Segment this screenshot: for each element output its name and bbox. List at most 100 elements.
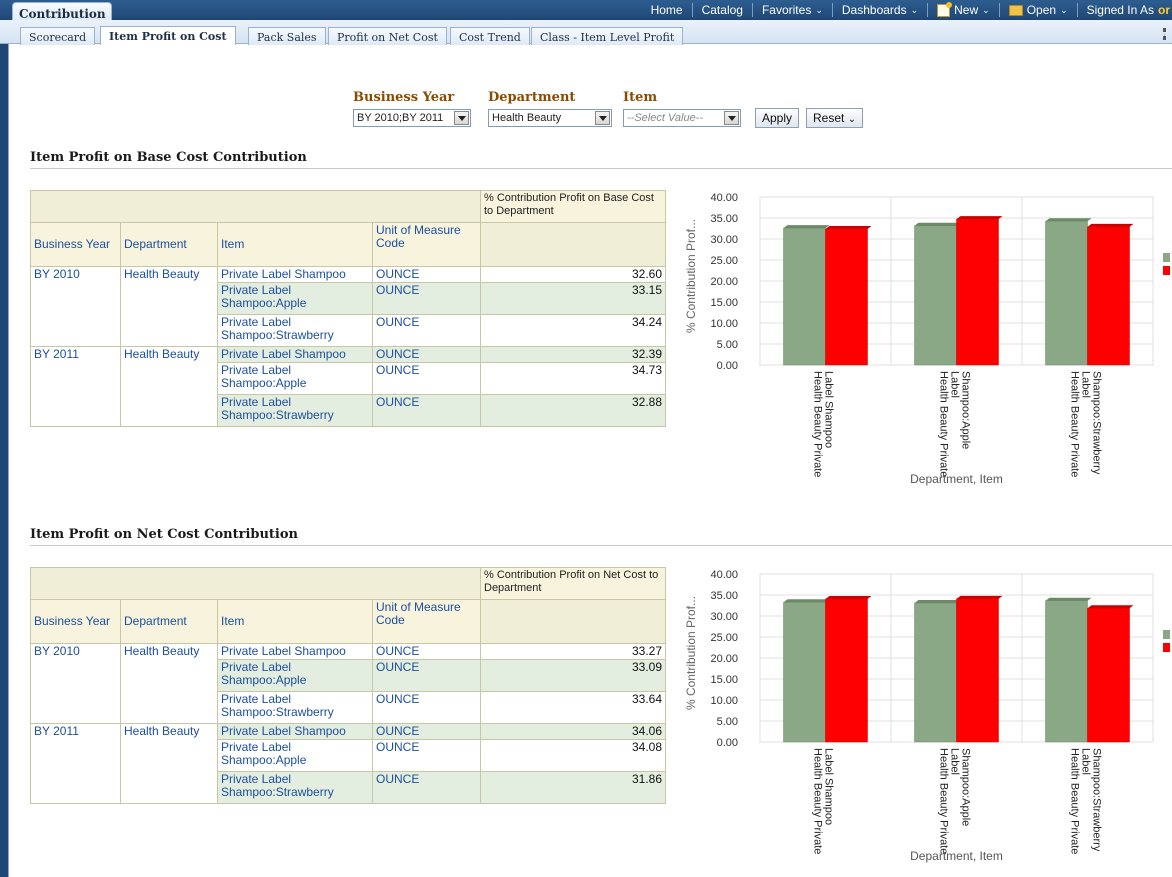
item-cell[interactable]: Private Label Shampoo:Apple: [217, 739, 373, 772]
item-cell[interactable]: Private Label Shampoo:Strawberry: [217, 394, 373, 427]
uom-cell[interactable]: OUNCE: [372, 771, 481, 804]
bar-top: [1045, 218, 1092, 222]
uom-cell[interactable]: OUNCE: [372, 739, 481, 772]
x-category-label: Health Beauty Private: [1069, 371, 1081, 477]
tab-scorecard[interactable]: Scorecard: [20, 27, 96, 45]
more-options-icon[interactable]: [1163, 28, 1166, 40]
item-cell[interactable]: Private Label Shampoo:Apple: [217, 659, 373, 692]
folder-icon: [1008, 4, 1023, 16]
dropdown-arrow-icon[interactable]: [595, 111, 610, 125]
row-label-year[interactable]: BY 2011: [30, 346, 121, 427]
item-cell[interactable]: Private Label Shampoo:Strawberry: [217, 691, 373, 724]
item-cell[interactable]: Private Label Shampoo: [217, 723, 373, 740]
uom-cell[interactable]: OUNCE: [372, 394, 481, 427]
y-tick-label: 0.00: [717, 360, 738, 372]
tab-cost-trend[interactable]: Cost Trend: [450, 27, 530, 45]
x-category-label: Shampoo:Strawberry: [1091, 748, 1103, 852]
y-tick-label: 40.00: [710, 569, 738, 581]
table-row: BY 2010 Health Beauty Private Label Sham…: [30, 643, 666, 724]
row-label-year[interactable]: BY 2010: [30, 266, 121, 347]
dropdown-arrow-icon[interactable]: [724, 111, 739, 125]
column-header-item[interactable]: Item: [217, 222, 373, 267]
global-nav: Home Catalog Favorites ⌄ Dashboards ⌄ New ⌄…: [642, 0, 1172, 20]
uom-cell[interactable]: OUNCE: [372, 282, 481, 315]
dropdown-arrow-icon[interactable]: [454, 111, 469, 125]
uom-cell[interactable]: OUNCE: [372, 691, 481, 724]
y-tick-label: 15.00: [710, 297, 738, 309]
row-label-department[interactable]: Health Beauty: [120, 643, 218, 724]
y-tick-label: 40.00: [710, 192, 738, 204]
bar-by-2011: [1087, 607, 1130, 743]
nav-dashboards-label: Dashboards: [841, 3, 907, 17]
apply-button[interactable]: Apply: [755, 108, 800, 128]
bar-top: [1045, 597, 1092, 601]
department-select[interactable]: Health Beauty: [488, 109, 612, 127]
tab-class-item-level-profit[interactable]: Class - Item Level Profit: [531, 27, 684, 45]
column-header-business-year[interactable]: Business Year: [30, 599, 121, 644]
nav-signed-in[interactable]: Signed In As or: [1078, 3, 1172, 17]
bar-by-2010: [783, 602, 826, 743]
reset-button[interactable]: Reset ⌄: [806, 108, 864, 128]
value-cell: 34.08: [480, 739, 666, 772]
uom-cell[interactable]: OUNCE: [372, 723, 481, 740]
item-select[interactable]: --Select Value--: [623, 109, 741, 127]
item-placeholder: --Select Value--: [627, 112, 704, 124]
row-label-department[interactable]: Health Beauty: [120, 723, 218, 804]
legend-swatch: [1163, 266, 1170, 275]
chevron-down-icon: ⌄: [1060, 4, 1068, 15]
column-header-department[interactable]: Department: [120, 222, 218, 267]
column-header-item[interactable]: Item: [217, 599, 373, 644]
tab-item-profit-on-cost[interactable]: Item Profit on Cost: [100, 26, 236, 45]
row-label-department[interactable]: Health Beauty: [120, 346, 218, 427]
bar-by-2011: [1087, 226, 1130, 366]
y-tick-label: 35.00: [710, 213, 738, 225]
tab-profit-on-net-cost[interactable]: Profit on Net Cost: [328, 27, 447, 45]
column-header-department[interactable]: Department: [120, 599, 218, 644]
nav-catalog[interactable]: Catalog: [693, 3, 753, 17]
nav-new[interactable]: New ⌄: [928, 1, 1000, 17]
row-label-department[interactable]: Health Beauty: [120, 266, 218, 347]
uom-cell[interactable]: OUNCE: [372, 314, 481, 347]
chevron-down-icon: ⌄: [815, 4, 823, 15]
y-tick-label: 30.00: [710, 611, 738, 623]
value-cell: 33.64: [480, 691, 666, 724]
column-header-uom[interactable]: Unit of Measure Code: [372, 222, 481, 267]
section-title-net-cost: Item Profit on Net Cost Contribution: [30, 527, 298, 542]
uom-cell[interactable]: OUNCE: [372, 659, 481, 692]
x-axis-title: Department, Item: [910, 472, 1003, 486]
column-header-business-year[interactable]: Business Year: [30, 222, 121, 267]
y-tick-label: 0.00: [717, 737, 738, 749]
tab-pack-sales[interactable]: Pack Sales: [248, 27, 326, 45]
item-cell[interactable]: Private Label Shampoo:Strawberry: [217, 771, 373, 804]
bar-by-2011: [825, 228, 868, 366]
item-cell[interactable]: Private Label Shampoo:Strawberry: [217, 314, 373, 347]
item-cell[interactable]: Private Label Shampoo: [217, 643, 373, 660]
pivot-header-blank: [30, 567, 481, 600]
item-cell[interactable]: Private Label Shampoo:Apple: [217, 282, 373, 315]
bar-top: [1087, 223, 1134, 227]
pivot-table-base-cost: % Contribution Profit on Base Cost to De…: [30, 190, 666, 427]
value-cell: 33.27: [480, 643, 666, 660]
bar-by-2010: [1045, 220, 1088, 366]
item-cell[interactable]: Private Label Shampoo: [217, 346, 373, 363]
uom-cell[interactable]: OUNCE: [372, 346, 481, 363]
uom-cell[interactable]: OUNCE: [372, 362, 481, 395]
row-label-year[interactable]: BY 2010: [30, 643, 121, 724]
row-label-year[interactable]: BY 2011: [30, 723, 121, 804]
nav-home[interactable]: Home: [642, 3, 693, 17]
nav-favorites[interactable]: Favorites ⌄: [753, 3, 833, 17]
nav-dashboards[interactable]: Dashboards ⌄: [833, 3, 929, 17]
item-cell[interactable]: Private Label Shampoo: [217, 266, 373, 283]
value-cell: 34.73: [480, 362, 666, 395]
column-header-uom[interactable]: Unit of Measure Code: [372, 599, 481, 644]
uom-cell[interactable]: OUNCE: [372, 643, 481, 660]
business-year-select[interactable]: BY 2010;BY 2011: [353, 109, 471, 127]
x-category-label: Label: [949, 748, 961, 775]
business-year-label: Business Year: [353, 90, 455, 105]
uom-cell[interactable]: OUNCE: [372, 266, 481, 283]
item-cell[interactable]: Private Label Shampoo:Apple: [217, 362, 373, 395]
value-cell: 34.24: [480, 314, 666, 347]
nav-open[interactable]: Open ⌄: [1000, 3, 1078, 17]
value-cell: 32.88: [480, 394, 666, 427]
x-category-label: Health Beauty Private: [938, 371, 950, 477]
